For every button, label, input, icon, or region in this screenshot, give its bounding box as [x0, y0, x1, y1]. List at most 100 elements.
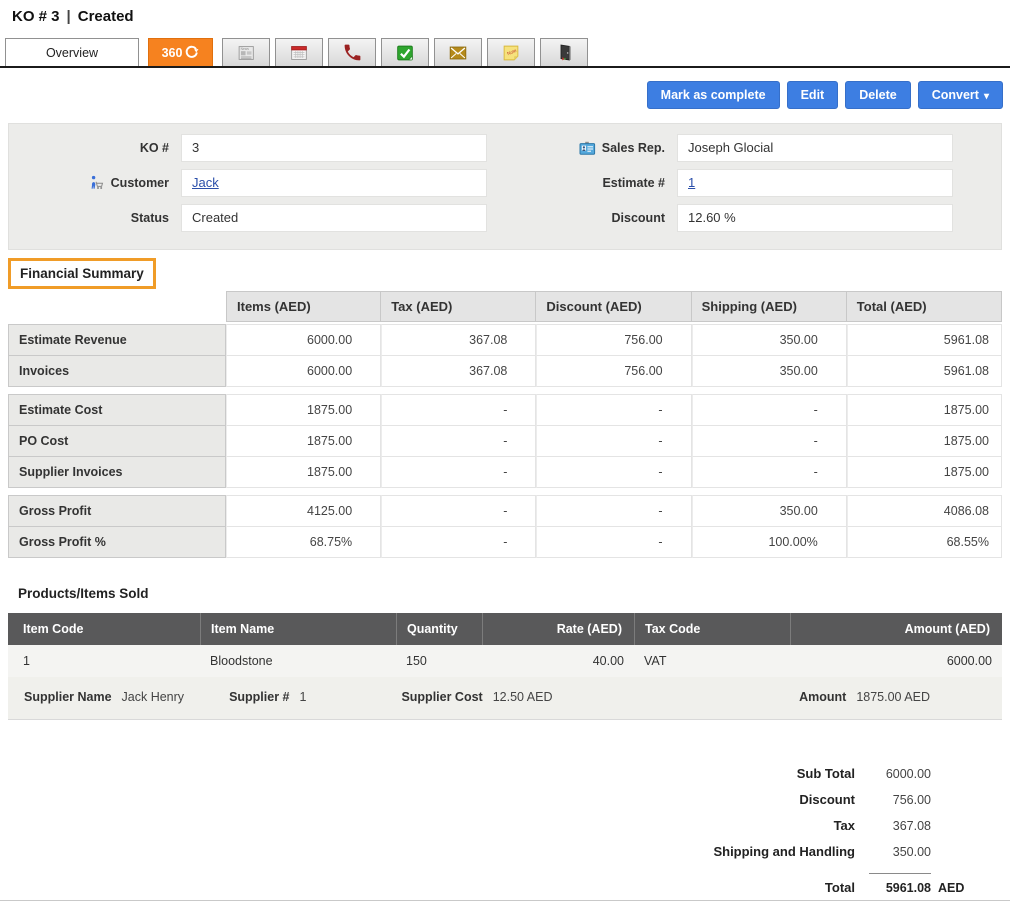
customer-value: Jack — [181, 169, 487, 197]
sales-rep-icon — [579, 141, 596, 156]
tab-360-label: 360 — [162, 46, 183, 60]
sub-total-label: Sub Total — [797, 766, 855, 781]
estimate-link[interactable]: 1 — [688, 175, 695, 190]
fin-cell: 1875.00 — [226, 394, 381, 426]
record-details-panel: KO # 3 Customer Jack Status Created Sale… — [8, 123, 1002, 250]
tab-calendar[interactable] — [275, 38, 323, 66]
fin-row-label: Estimate Revenue — [8, 324, 226, 356]
fin-cell: - — [381, 426, 536, 457]
fin-cell: - — [692, 457, 847, 488]
edit-button[interactable]: Edit — [787, 81, 839, 109]
customer-row: Customer Jack — [9, 169, 505, 197]
shipping-total-value: 350.00 — [869, 845, 931, 859]
page-title: KO # 3|Created — [12, 8, 1010, 25]
supplier-row: Supplier Name Jack Henry Supplier # 1 Su… — [8, 677, 1002, 720]
note-icon: Note — [500, 42, 522, 64]
fin-row-label: Invoices — [8, 356, 226, 387]
fin-cell: - — [536, 394, 691, 426]
action-toolbar: Mark as complete Edit Delete Convert ▾ — [0, 81, 1003, 109]
product-quantity: 150 — [396, 645, 482, 677]
tab-overview[interactable]: Overview — [5, 38, 139, 66]
fin-row-label: Estimate Cost — [8, 394, 226, 426]
fin-cell: - — [381, 394, 536, 426]
fin-cell: 6000.00 — [226, 324, 381, 356]
discount-total-label: Discount — [799, 792, 855, 807]
products-table: Item Code Item Name Quantity Rate (AED) … — [8, 613, 1002, 720]
grand-total-value: 5961.08 — [869, 873, 931, 895]
chevron-down-icon: ▾ — [984, 91, 989, 102]
sub-total-row: Sub Total 6000.00 — [0, 766, 965, 781]
fin-group-cost: Estimate Cost 1875.00 - - - 1875.00 PO C… — [8, 394, 1002, 488]
supplier-number-value: 1 — [300, 690, 307, 704]
estimate-value: 1 — [677, 169, 953, 197]
details-right-column: Sales Rep. Joseph Glocial Estimate # 1 D… — [505, 134, 1001, 239]
fin-cell: 1875.00 — [226, 426, 381, 457]
sales-rep-value: Joseph Glocial — [677, 134, 953, 162]
fin-row-label: Gross Profit — [8, 495, 226, 527]
supplier-cost-label: Supplier Cost — [401, 690, 482, 704]
logout-icon — [554, 42, 575, 63]
convert-button-label: Convert — [932, 88, 979, 102]
fin-cell: 68.55% — [847, 527, 1002, 558]
fin-cell: - — [381, 527, 536, 558]
shipping-total-row: Shipping and Handling 350.00 — [0, 844, 965, 859]
fin-cell: - — [381, 495, 536, 527]
news-icon: News — [235, 42, 257, 64]
totals-section: Sub Total 6000.00 Discount 756.00 Tax 36… — [0, 766, 1010, 895]
fin-cell: 6000.00 — [226, 356, 381, 387]
tab-360[interactable]: 360 — [148, 38, 213, 66]
fin-cell: 350.00 — [692, 356, 847, 387]
supplier-number-label: Supplier # — [229, 690, 289, 704]
details-left-column: KO # 3 Customer Jack Status Created — [9, 134, 505, 239]
convert-button[interactable]: Convert ▾ — [918, 81, 1003, 109]
delete-button[interactable]: Delete — [845, 81, 911, 109]
discount-total-value: 756.00 — [869, 793, 931, 807]
customer-label: Customer — [9, 175, 181, 191]
fin-group-revenue: Estimate Revenue 6000.00 367.08 756.00 3… — [8, 324, 1002, 387]
tab-bar: Overview 360 News Note — [0, 38, 1010, 68]
fin-header-total: Total (AED) — [847, 291, 1002, 322]
fin-cell: - — [692, 426, 847, 457]
fin-row-label: Supplier Invoices — [8, 457, 226, 488]
discount-value: 12.60 % — [677, 204, 953, 232]
record-status: Created — [78, 8, 134, 25]
customer-link[interactable]: Jack — [192, 175, 219, 190]
rotate-icon — [184, 45, 199, 60]
phone-icon — [342, 42, 363, 63]
supplier-name-label: Supplier Name — [24, 690, 112, 704]
fin-cell: 350.00 — [692, 324, 847, 356]
tab-logout[interactable] — [540, 38, 588, 66]
tab-mail[interactable] — [434, 38, 482, 66]
tax-total-label: Tax — [834, 818, 855, 833]
ko-number-row: KO # 3 — [9, 134, 505, 162]
tab-note[interactable]: Note — [487, 38, 535, 66]
mark-as-complete-button[interactable]: Mark as complete — [647, 81, 780, 109]
fin-cell: 1875.00 — [847, 394, 1002, 426]
customer-icon — [89, 175, 105, 191]
fin-group-profit: Gross Profit 4125.00 - - 350.00 4086.08 … — [8, 495, 1002, 558]
discount-label: Discount — [505, 211, 677, 225]
estimate-row: Estimate # 1 — [505, 169, 1001, 197]
tab-news[interactable]: News — [222, 38, 270, 66]
financial-summary-table: Items (AED) Tax (AED) Discount (AED) Shi… — [8, 291, 1002, 558]
products-title: Products/Items Sold — [18, 586, 1010, 601]
fin-cell: - — [692, 394, 847, 426]
fin-header-tax: Tax (AED) — [381, 291, 536, 322]
status-label: Status — [9, 211, 181, 225]
supplier-amount-label: Amount — [799, 690, 846, 704]
sales-rep-label: Sales Rep. — [505, 141, 677, 156]
fin-header-empty — [8, 291, 226, 322]
fin-cell: 350.00 — [692, 495, 847, 527]
financial-summary-header: Items (AED) Tax (AED) Discount (AED) Shi… — [8, 291, 1002, 322]
product-rate: 40.00 — [482, 645, 634, 677]
fin-row-label: Gross Profit % — [8, 527, 226, 558]
fin-cell: 4125.00 — [226, 495, 381, 527]
status-row: Status Created — [9, 204, 505, 232]
supplier-name-value: Jack Henry — [122, 690, 185, 704]
fin-cell: 5961.08 — [847, 356, 1002, 387]
tab-phone[interactable] — [328, 38, 376, 66]
tab-overview-label: Overview — [46, 46, 98, 60]
product-amount: 6000.00 — [790, 645, 1002, 677]
status-value: Created — [181, 204, 487, 232]
tab-tasks[interactable] — [381, 38, 429, 66]
